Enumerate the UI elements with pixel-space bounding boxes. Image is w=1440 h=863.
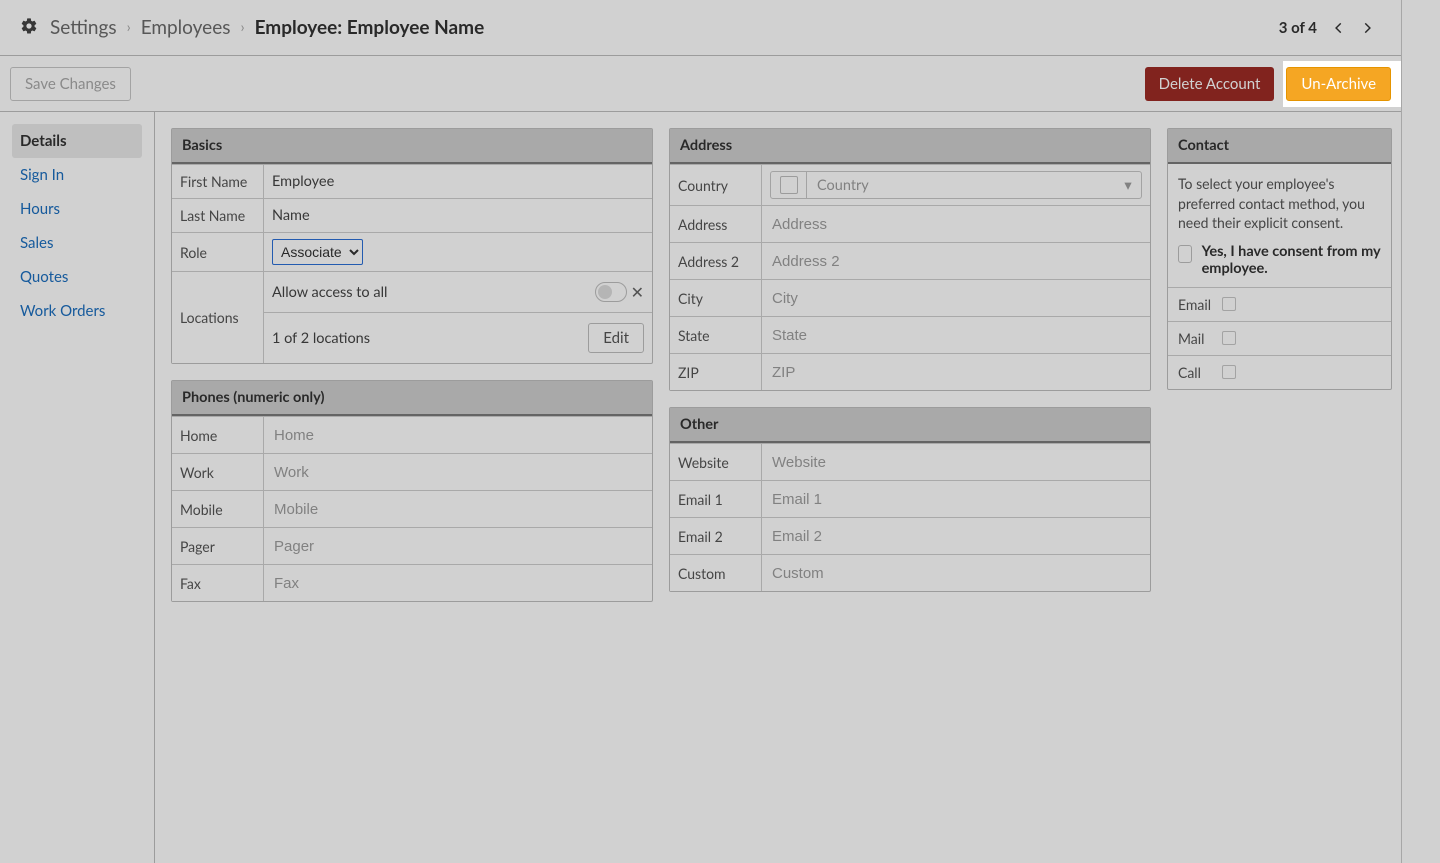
pager-next-button[interactable]	[1353, 14, 1381, 42]
phone-mobile-input[interactable]	[272, 497, 644, 521]
state-label: State	[670, 317, 762, 353]
gear-icon[interactable]	[20, 17, 50, 39]
unarchive-button[interactable]: Un-Archive	[1286, 67, 1391, 101]
sidebar-item-work-orders[interactable]: Work Orders	[12, 294, 142, 328]
phone-home-input[interactable]	[272, 423, 644, 447]
phones-panel: Phones (numeric only) Home Work Mobile	[171, 380, 653, 602]
contact-call-label: Call	[1178, 364, 1222, 381]
custom-input[interactable]	[770, 561, 1142, 585]
first-name-value[interactable]: Employee	[264, 165, 652, 198]
pager-prev-button[interactable]	[1325, 14, 1353, 42]
flag-icon	[780, 176, 798, 194]
phone-work-input[interactable]	[272, 460, 644, 484]
custom-label: Custom	[670, 555, 762, 591]
breadcrumb-current: Employee: Employee Name	[255, 16, 485, 39]
contact-mail-checkbox[interactable]	[1222, 331, 1236, 345]
contact-email-checkbox[interactable]	[1222, 297, 1236, 311]
city-input[interactable]	[770, 286, 1142, 310]
website-input[interactable]	[770, 450, 1142, 474]
email2-label: Email 2	[670, 518, 762, 554]
locations-summary: 1 of 2 locations	[272, 330, 370, 347]
address-label: Address	[670, 206, 762, 242]
contact-call-checkbox[interactable]	[1222, 365, 1236, 379]
close-icon: ✕	[631, 283, 644, 302]
state-input[interactable]	[770, 323, 1142, 347]
sidebar-item-quotes[interactable]: Quotes	[12, 260, 142, 294]
contact-mail-label: Mail	[1178, 330, 1222, 347]
address2-input[interactable]	[770, 249, 1142, 273]
last-name-label: Last Name	[172, 199, 264, 232]
sidebar-item-details[interactable]: Details	[12, 124, 142, 158]
sidebar-item-sign-in[interactable]: Sign In	[12, 158, 142, 192]
role-label: Role	[172, 233, 264, 271]
allow-access-label: Allow access to all	[272, 284, 387, 301]
other-panel: Other Website Email 1 Email 2 Custom	[669, 407, 1151, 592]
topbar: Settings › Employees › Employee: Employe…	[0, 0, 1401, 56]
edit-locations-button[interactable]: Edit	[588, 323, 644, 353]
zip-input[interactable]	[770, 360, 1142, 384]
first-name-label: First Name	[172, 165, 264, 198]
sidebar-item-sales[interactable]: Sales	[12, 226, 142, 260]
chevron-down-icon: ▾	[1115, 177, 1141, 194]
email2-input[interactable]	[770, 524, 1142, 548]
phone-mobile-label: Mobile	[172, 491, 264, 527]
city-label: City	[670, 280, 762, 316]
zip-label: ZIP	[670, 354, 762, 390]
phone-fax-label: Fax	[172, 565, 264, 601]
country-placeholder: Country	[807, 177, 1115, 194]
consent-label: Yes, I have consent from my employee.	[1202, 243, 1381, 277]
sidebar-item-hours[interactable]: Hours	[12, 192, 142, 226]
address2-label: Address 2	[670, 243, 762, 279]
last-name-value[interactable]: Name	[264, 199, 652, 232]
chevron-right-icon: ›	[127, 19, 131, 36]
basics-panel: Basics First Name Employee Last Name Nam…	[171, 128, 653, 364]
address-title: Address	[670, 129, 1150, 164]
phone-pager-label: Pager	[172, 528, 264, 564]
chevron-right-icon: ›	[240, 19, 244, 36]
allow-access-toggle[interactable]	[595, 282, 627, 302]
country-select[interactable]: Country ▾	[770, 171, 1142, 199]
contact-email-label: Email	[1178, 296, 1222, 313]
phone-home-label: Home	[172, 417, 264, 453]
phone-fax-input[interactable]	[272, 571, 644, 595]
pager-text: 3 of 4	[1279, 19, 1317, 37]
phones-title: Phones (numeric only)	[172, 381, 652, 416]
phone-work-label: Work	[172, 454, 264, 490]
basics-title: Basics	[172, 129, 652, 164]
country-label: Country	[670, 165, 762, 205]
email1-label: Email 1	[670, 481, 762, 517]
role-select[interactable]: Associate	[272, 239, 363, 265]
website-label: Website	[670, 444, 762, 480]
contact-title: Contact	[1168, 129, 1391, 164]
other-title: Other	[670, 408, 1150, 443]
sidebar: Details Sign In Hours Sales Quotes Work …	[0, 112, 155, 863]
save-button: Save Changes	[10, 67, 131, 101]
delete-account-button[interactable]: Delete Account	[1145, 67, 1275, 101]
contact-panel: Contact To select your employee's prefer…	[1167, 128, 1392, 390]
address-input[interactable]	[770, 212, 1142, 236]
breadcrumb-settings[interactable]: Settings	[50, 16, 117, 39]
locations-label: Locations	[172, 272, 264, 363]
phone-pager-input[interactable]	[272, 534, 644, 558]
consent-checkbox[interactable]	[1178, 245, 1192, 263]
actionbar: Save Changes Delete Account Un-Archive	[0, 56, 1401, 112]
email1-input[interactable]	[770, 487, 1142, 511]
contact-explain: To select your employee's preferred cont…	[1168, 164, 1391, 233]
breadcrumb-employees[interactable]: Employees	[141, 16, 231, 39]
address-panel: Address Country Country ▾ Address	[669, 128, 1151, 391]
